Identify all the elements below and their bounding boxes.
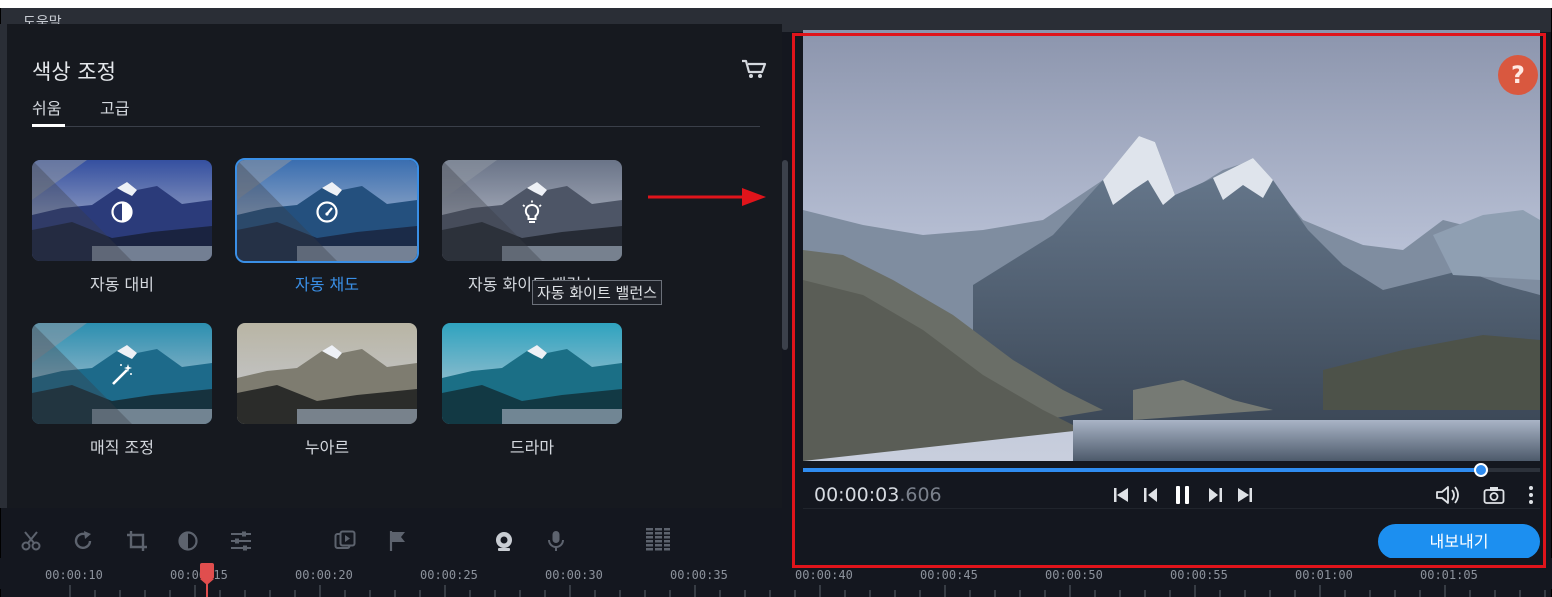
- flag-icon[interactable]: [387, 530, 409, 552]
- preset-tile[interactable]: 드라마: [442, 323, 622, 457]
- preset-label: 드라마: [509, 438, 555, 457]
- skip-to-end-icon[interactable]: [1235, 485, 1255, 505]
- crop-icon[interactable]: [126, 530, 148, 552]
- panel-scrollbar[interactable]: [782, 160, 788, 350]
- preset-tile[interactable]: 자동 채도: [235, 158, 419, 294]
- progress-handle[interactable]: [1474, 463, 1489, 477]
- tab-easy[interactable]: 쉬움: [32, 95, 61, 119]
- export-button[interactable]: 내보내기: [1378, 524, 1540, 559]
- scissors-icon[interactable]: [20, 530, 42, 552]
- progress-fill: [803, 468, 1482, 472]
- step-back-icon[interactable]: [1141, 485, 1161, 505]
- step-forward-icon[interactable]: [1205, 485, 1225, 505]
- left-edge-strip: [0, 24, 7, 508]
- preset-thumbnail[interactable]: [235, 158, 419, 263]
- preset-thumbnail[interactable]: [442, 323, 622, 424]
- preset-tile[interactable]: 자동 화이트 밸런스: [442, 160, 622, 294]
- magic-wand-icon: [112, 364, 132, 385]
- preset-tile[interactable]: 자동 대비: [32, 160, 212, 294]
- preset-thumbnail[interactable]: [237, 323, 417, 424]
- tooltip: 자동 화이트 밸런스: [532, 280, 662, 305]
- volume-icon[interactable]: [1435, 485, 1461, 505]
- preset-tile[interactable]: 매직 조정: [32, 323, 212, 457]
- timecode-ms: .606: [899, 484, 942, 506]
- cart-icon[interactable]: [741, 58, 767, 80]
- microphone-icon[interactable]: [545, 530, 567, 552]
- saturation-gauge-icon: [316, 201, 338, 223]
- panel-title: 색상 조정: [32, 60, 116, 84]
- camera-icon[interactable]: [1483, 485, 1505, 505]
- skip-to-start-icon[interactable]: [1111, 485, 1131, 505]
- preset-label: 자동 대비: [90, 275, 154, 294]
- help-button[interactable]: ?: [1498, 55, 1538, 95]
- playhead-marker[interactable]: [200, 563, 214, 597]
- audio-meter-icon[interactable]: [645, 527, 671, 553]
- color-adjust-icon[interactable]: [177, 530, 199, 552]
- webcam-icon[interactable]: [493, 530, 515, 552]
- preset-tile[interactable]: 누아르: [237, 323, 417, 457]
- video-preview[interactable]: [803, 30, 1540, 461]
- sliders-icon[interactable]: [230, 530, 252, 552]
- active-tab-indicator: [32, 124, 65, 127]
- timecode-main: 00:00:03: [814, 484, 900, 506]
- pause-icon[interactable]: [1173, 485, 1193, 505]
- redo-icon[interactable]: [72, 530, 94, 552]
- tab-divider: [32, 126, 760, 127]
- preset-label: 누아르: [304, 438, 350, 457]
- transition-icon[interactable]: [334, 530, 356, 552]
- preset-thumbnail[interactable]: [442, 160, 622, 261]
- playback-progress[interactable]: [803, 463, 1540, 477]
- timecode: 00:00:03.606: [814, 484, 942, 506]
- preset-thumbnail[interactable]: [32, 323, 212, 424]
- preset-label: 자동 채도: [295, 275, 359, 294]
- contrast-icon: [111, 201, 133, 223]
- preset-label: 매직 조정: [90, 438, 154, 457]
- more-options-icon[interactable]: [1526, 485, 1536, 505]
- preset-thumbnail[interactable]: [32, 160, 212, 261]
- lightbulb-icon: [522, 200, 542, 223]
- annotation-arrow: [648, 188, 766, 206]
- ruler-ticks: [69, 585, 1546, 597]
- tab-advanced[interactable]: 고급: [100, 95, 129, 119]
